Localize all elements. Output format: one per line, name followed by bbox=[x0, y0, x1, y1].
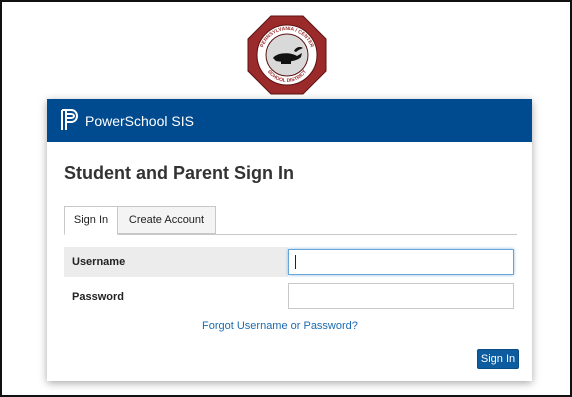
page-title: Student and Parent Sign In bbox=[64, 163, 295, 183]
login-card: PowerSchool SIS Student and Parent Sign … bbox=[47, 99, 532, 381]
brand-name: PowerSchool SIS bbox=[85, 113, 194, 129]
forgot-credentials-link[interactable]: Forgot Username or Password? bbox=[202, 320, 358, 332]
password-label: Password bbox=[72, 291, 124, 303]
text-cursor bbox=[295, 255, 296, 269]
district-logo: PENNSYLVANIA / CENTER SCHOOL DISTRICT bbox=[246, 14, 328, 96]
password-input[interactable] bbox=[288, 283, 514, 309]
username-input[interactable] bbox=[288, 249, 514, 275]
district-seal-icon: PENNSYLVANIA / CENTER SCHOOL DISTRICT bbox=[247, 15, 327, 95]
sign-in-button[interactable]: Sign In bbox=[477, 349, 519, 369]
username-label: Username bbox=[64, 247, 288, 277]
tab-create-account[interactable]: Create Account bbox=[117, 206, 216, 234]
tab-bar: Sign In Create Account bbox=[64, 206, 517, 235]
card-header: PowerSchool SIS bbox=[47, 99, 532, 142]
powerschool-logo-icon bbox=[61, 109, 78, 130]
sign-in-form: Username Password Forgot Username or Pas… bbox=[64, 235, 519, 381]
tab-sign-in[interactable]: Sign In bbox=[64, 206, 118, 235]
browser-frame: PENNSYLVANIA / CENTER SCHOOL DISTRICT Po… bbox=[0, 0, 572, 397]
